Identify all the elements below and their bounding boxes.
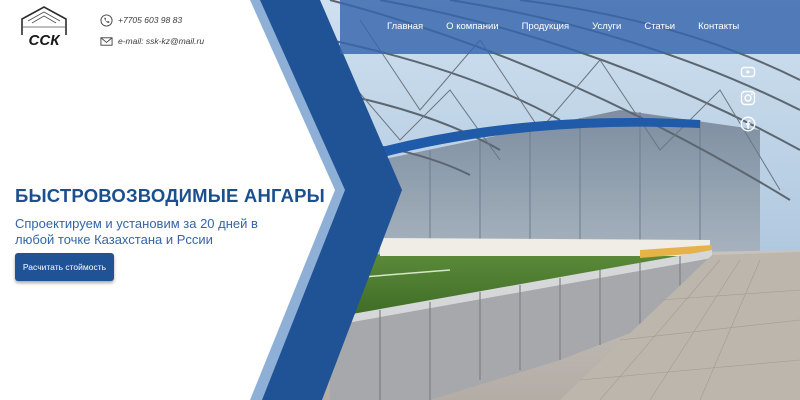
nav-item-about[interactable]: О компании <box>446 21 498 32</box>
hero-title: БЫСТРОВОЗВОДИМЫЕ АНГАРЫ <box>15 185 325 206</box>
hero-subtitle: Спроектируем и установим за 20 дней в лю… <box>15 216 258 247</box>
phone-icon <box>100 13 113 27</box>
phone-number: +7705 603 98 83 <box>118 15 183 25</box>
nav-item-services[interactable]: Услуги <box>592 21 621 32</box>
nav-item-products[interactable]: Продукция <box>522 21 570 32</box>
youtube-icon[interactable] <box>740 64 756 80</box>
email-address: e-mail: ssk-kz@mail.ru <box>118 36 205 46</box>
envelope-icon <box>100 36 113 46</box>
facebook-icon[interactable] <box>740 116 756 132</box>
nav-item-articles[interactable]: Статьи <box>644 21 675 32</box>
nav-item-contacts[interactable]: Контакты <box>698 21 739 32</box>
header-contacts: +7705 603 98 83 e-mail: ssk-kz@mail.ru <box>100 11 204 53</box>
instagram-icon[interactable] <box>740 90 756 106</box>
main-nav: Главная О компании Продукция Услуги Стат… <box>387 21 762 32</box>
social-links <box>740 64 756 142</box>
phone-row[interactable]: +7705 603 98 83 <box>100 11 204 29</box>
nav-item-home[interactable]: Главная <box>387 21 423 32</box>
logo-text: ССК <box>29 32 62 49</box>
email-row[interactable]: e-mail: ssk-kz@mail.ru <box>100 32 204 50</box>
calculate-cost-button[interactable]: Расчитать стоймость <box>15 253 114 281</box>
ssk-logo[interactable]: ССК <box>18 5 70 49</box>
